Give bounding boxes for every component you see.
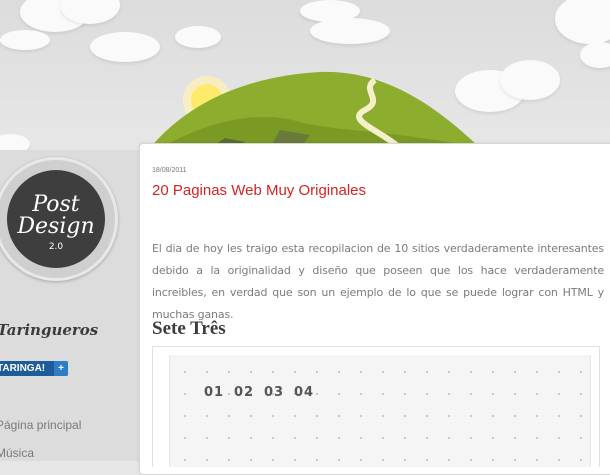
post-body: El dia de hoy les traigo esta recopilaci… [152,242,604,321]
logo-text-line1: Post [32,192,80,217]
logo-badge: Post Design 2.0 [7,170,105,268]
plus-icon: + [54,361,68,376]
taringa-button[interactable]: TARINGA! + [0,361,68,376]
taringa-button-label: TARINGA! [0,363,46,374]
calendar-number: 01 [204,385,225,400]
calendar-number: 03 [264,385,285,400]
hill-illustration [150,71,480,148]
post-date: 18/08/2011 [152,167,187,174]
sidebar-link-music[interactable]: Música [0,446,34,460]
logo-version: 2.0 [48,242,64,252]
section-title: Sete Três [152,318,226,339]
sidebar-heading: Taringueros [0,321,99,339]
calendar-number: 02 [234,385,255,400]
calendar-number: 04 [294,385,315,400]
sidebar-link-home[interactable]: Página principal [0,418,81,432]
calendar-grid [169,355,591,467]
post-title-link[interactable]: 20 Paginas Web Muy Originales [152,182,366,199]
calendar-widget [152,346,600,467]
logo-text-line2: Design [17,214,95,239]
